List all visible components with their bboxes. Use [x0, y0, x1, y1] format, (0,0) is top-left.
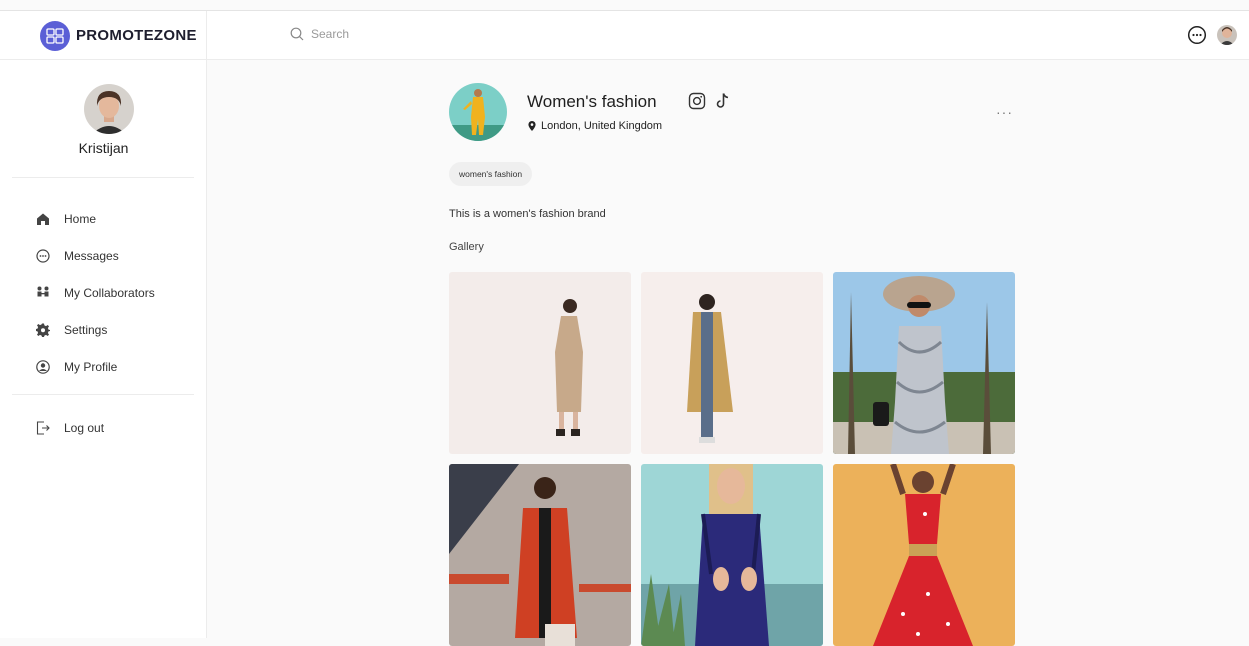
app-name: PROMOTEZONE [76, 27, 197, 44]
user-name: Kristijan [78, 140, 129, 156]
user-avatar[interactable] [1217, 25, 1237, 45]
brand-avatar[interactable] [449, 83, 507, 141]
messages-icon [36, 248, 50, 263]
gallery-photo[interactable] [641, 272, 823, 454]
photo-image [449, 272, 631, 454]
avatar[interactable] [84, 84, 134, 134]
logout-button[interactable]: Log out [0, 409, 206, 446]
gallery-photo[interactable] [449, 464, 631, 646]
logo-icon [40, 20, 70, 51]
sidebar-item-messages[interactable]: Messages [0, 237, 206, 274]
social-links [688, 92, 732, 110]
gallery-photo[interactable] [833, 464, 1015, 646]
search-input[interactable]: Search [290, 27, 349, 41]
sidebar-item-home[interactable]: Home [0, 200, 206, 237]
collaborators-icon [37, 286, 49, 296]
gallery-photo[interactable] [449, 272, 631, 454]
sidebar-item-label: Messages [64, 248, 119, 263]
gallery-photo[interactable] [641, 464, 823, 646]
more-options-button[interactable]: ··· [996, 104, 1013, 120]
brand-avatar-image [449, 83, 507, 141]
gallery-photo[interactable] [833, 272, 1015, 454]
avatar-image [84, 84, 134, 134]
brand-description: This is a women's fashion brand [449, 208, 606, 220]
tiktok-icon[interactable] [714, 92, 732, 110]
sidebar: Kristijan Home Messages My Collaborators… [0, 60, 207, 638]
logo[interactable]: PROMOTEZONE [0, 11, 207, 60]
messages-icon[interactable] [1187, 25, 1207, 45]
logout-label: Log out [64, 420, 105, 435]
photo-image [833, 272, 1015, 454]
profile-icon [36, 359, 50, 374]
top-bar: PROMOTEZONE Search [0, 10, 1249, 60]
brand-location: London, United Kingdom [528, 120, 662, 132]
sidebar-nav: Home Messages My Collaborators Settings … [0, 178, 206, 385]
gallery-grid [449, 272, 1015, 646]
sidebar-profile: Kristijan [12, 60, 194, 178]
search-placeholder: Search [311, 27, 350, 41]
divider [12, 394, 194, 395]
logout-icon [36, 420, 50, 435]
photo-image [833, 464, 1015, 646]
sidebar-item-label: Settings [64, 322, 108, 337]
search-icon [290, 27, 304, 41]
sidebar-item-label: My Collaborators [64, 285, 155, 300]
location-pin-icon [528, 121, 536, 131]
gallery-heading: Gallery [449, 241, 484, 253]
gear-icon [36, 323, 50, 337]
sidebar-item-profile[interactable]: My Profile [0, 348, 206, 385]
photo-image [641, 464, 823, 646]
photo-image [449, 464, 631, 646]
home-icon [37, 213, 49, 225]
brand-title: Women's fashion [527, 92, 657, 111]
instagram-icon[interactable] [688, 92, 706, 110]
photo-image [641, 272, 823, 454]
category-tag[interactable]: women's fashion [449, 162, 533, 186]
sidebar-item-collaborators[interactable]: My Collaborators [0, 274, 206, 311]
avatar-image [1217, 25, 1237, 45]
sidebar-item-settings[interactable]: Settings [0, 311, 206, 348]
location-text: London, United Kingdom [541, 120, 663, 132]
sidebar-item-label: My Profile [64, 359, 118, 374]
sidebar-item-label: Home [64, 211, 97, 226]
